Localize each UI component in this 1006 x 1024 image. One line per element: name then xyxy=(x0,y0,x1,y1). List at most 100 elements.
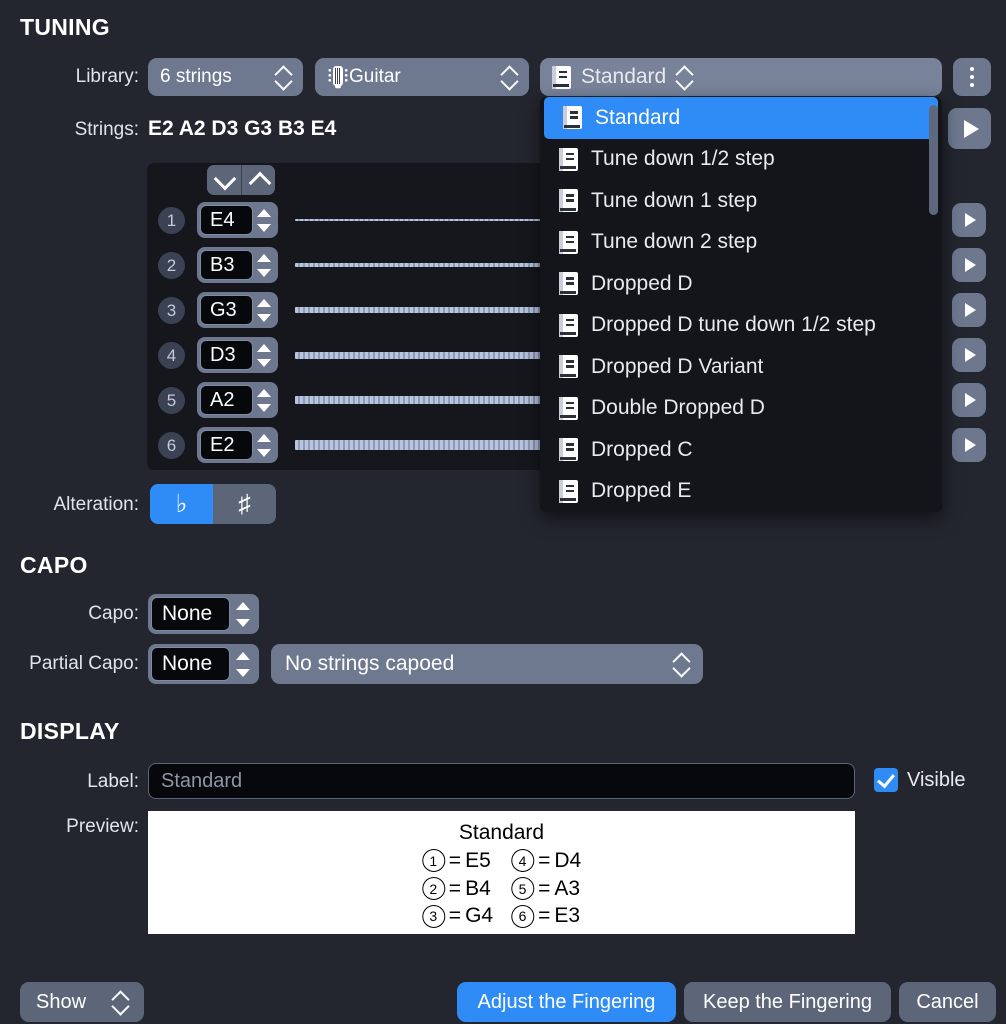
dropdown-scrollbar[interactable] xyxy=(929,105,938,510)
preview-caption: Preview: xyxy=(66,816,139,837)
tuning-preset-option-label: Dropped C xyxy=(591,437,693,461)
string-note-arrows-1[interactable] xyxy=(253,205,275,235)
alteration-label: Alteration: xyxy=(53,494,139,515)
book-icon xyxy=(559,147,578,171)
partial-capo-strings-select[interactable]: No strings capoed xyxy=(271,644,703,684)
library-label: Library: xyxy=(75,66,139,87)
kebab-dot xyxy=(970,83,974,87)
stepper-up-icon xyxy=(236,651,250,660)
string-note-stepper-6[interactable]: E2 xyxy=(197,427,278,463)
adjust-fingering-button[interactable]: Adjust the Fingering xyxy=(457,982,676,1022)
visible-checkbox[interactable]: Visible xyxy=(874,768,966,792)
book-icon xyxy=(559,396,578,420)
tuning-preset-option[interactable]: Tune down 1/2 step xyxy=(540,139,942,181)
string-line-1 xyxy=(295,218,545,222)
tuning-preset-list: Standard Tune down 1/2 step Tune down 1 st… xyxy=(540,97,942,512)
more-options-button[interactable] xyxy=(953,58,991,96)
preview-entry: 4 = D4 xyxy=(511,847,581,875)
chevron-updown-icon xyxy=(501,66,517,88)
stepper-down-icon xyxy=(257,403,271,412)
play-button-string-4[interactable] xyxy=(952,338,986,372)
partial-capo-stepper-arrows[interactable] xyxy=(230,647,256,681)
string-note-stepper-1[interactable]: E4 xyxy=(197,202,278,238)
tuning-preset-option-label: Tune down 1 step xyxy=(591,188,758,212)
dropdown-scrollbar-thumb[interactable] xyxy=(929,105,938,215)
kebab-dot xyxy=(970,67,974,71)
string-note-stepper-4[interactable]: D3 xyxy=(197,337,278,373)
preview-entry: 5 = A3 xyxy=(511,875,581,903)
tuning-preset-option[interactable]: Dropped D xyxy=(540,263,942,305)
partial-capo-value: None xyxy=(151,647,230,681)
preview-string-number: 5 xyxy=(511,877,535,901)
play-button-all[interactable] xyxy=(948,108,991,149)
play-button-string-6[interactable] xyxy=(952,428,986,462)
tuning-preset-option[interactable]: Standard xyxy=(544,97,938,139)
keep-fingering-button[interactable]: Keep the Fingering xyxy=(684,982,891,1022)
book-icon xyxy=(559,479,578,503)
preview-entries: 1 = E5 4 = D4 2 = B4 5 = A3 3 = G4 6 = E3 xyxy=(421,847,581,930)
tuning-preset-option-label: Tune down 1/2 step xyxy=(591,147,775,171)
tuning-preset-select[interactable]: Standard xyxy=(540,58,942,96)
string-note-stepper-2[interactable]: B3 xyxy=(197,247,278,283)
library-count-select[interactable]: 6 strings xyxy=(148,58,303,96)
cancel-button[interactable]: Cancel xyxy=(899,982,996,1022)
stepper-down-icon xyxy=(257,448,271,457)
play-button-string-2[interactable] xyxy=(952,248,986,282)
tuning-preset-option[interactable]: Tune down 1 step xyxy=(540,180,942,222)
capo-stepper-arrows[interactable] xyxy=(230,597,256,631)
string-number-2: 2 xyxy=(158,252,185,279)
book-icon xyxy=(559,355,578,379)
tuning-preset-option[interactable]: Dropped D Variant xyxy=(540,346,942,388)
strings-summary: E2 A2 D3 G3 B3 E4 xyxy=(148,117,337,140)
preview-string-number: 3 xyxy=(421,904,445,928)
label-input[interactable]: Standard xyxy=(148,763,855,799)
alteration-flat-button[interactable]: ♭ xyxy=(150,484,213,524)
preview-note: E3 xyxy=(554,904,581,928)
tuning-preset-option[interactable]: Tune down 2 step xyxy=(540,222,942,264)
string-note-arrows-2[interactable] xyxy=(253,250,275,280)
string-note-arrows-5[interactable] xyxy=(253,385,275,415)
string-number-1: 1 xyxy=(158,207,185,234)
string-note-value-5: A2 xyxy=(200,385,253,415)
preview-entry: 3 = G4 xyxy=(421,902,493,930)
stepper-down-icon xyxy=(236,618,250,627)
string-note-arrows-3[interactable] xyxy=(253,295,275,325)
stepper-down-icon xyxy=(257,268,271,277)
book-icon xyxy=(559,438,578,462)
transpose-buttons xyxy=(207,165,275,195)
preview-string-number: 6 xyxy=(511,904,535,928)
instrument-select[interactable]: Guitar xyxy=(315,58,529,96)
alteration-toggle-group: ♭ ♯ xyxy=(150,484,276,524)
tuning-preset-option[interactable]: Double Dropped D xyxy=(540,388,942,430)
string-note-stepper-5[interactable]: A2 xyxy=(197,382,278,418)
play-icon xyxy=(964,348,976,362)
transpose-down-button[interactable] xyxy=(207,165,241,195)
string-note-arrows-4[interactable] xyxy=(253,340,275,370)
tuning-preset-option-label: Tune down 2 step xyxy=(591,230,758,254)
partial-capo-stepper[interactable]: None xyxy=(148,644,259,684)
tuning-preview: Standard 1 = E5 4 = D4 2 = B4 5 = A3 3 = G4 6 = E3 xyxy=(148,811,855,934)
string-note-value-1: E4 xyxy=(200,205,253,235)
label-input-value: Standard xyxy=(161,769,243,792)
string-note-stepper-3[interactable]: G3 xyxy=(197,292,278,328)
string-note-arrows-6[interactable] xyxy=(253,430,275,460)
tuning-preset-option[interactable]: Dropped C xyxy=(540,429,942,471)
tuning-preset-option[interactable]: Dropped D tune down 1/2 step xyxy=(540,305,942,347)
capo-label: Capo: xyxy=(88,603,139,624)
stepper-up-icon xyxy=(257,343,271,352)
capo-stepper[interactable]: None xyxy=(148,594,259,634)
tuning-preset-dropdown: Standard Tune down 1/2 step Tune down 1 st… xyxy=(540,97,942,512)
play-button-string-1[interactable] xyxy=(952,203,986,237)
show-button[interactable]: Show xyxy=(20,982,144,1022)
tuning-preset-option-label: Double Dropped D xyxy=(591,396,765,420)
preview-equals: = xyxy=(538,876,551,900)
play-button-string-5[interactable] xyxy=(952,383,986,417)
transpose-up-button[interactable] xyxy=(240,165,275,195)
tuning-preset-option-label: Dropped E xyxy=(591,479,692,503)
alteration-sharp-button[interactable]: ♯ xyxy=(213,484,276,524)
string-note-value-6: E2 xyxy=(200,430,253,460)
stepper-up-icon xyxy=(257,388,271,397)
tuning-preset-option[interactable]: Dropped E xyxy=(540,471,942,513)
string-note-value-3: G3 xyxy=(200,295,253,325)
play-button-string-3[interactable] xyxy=(952,293,986,327)
